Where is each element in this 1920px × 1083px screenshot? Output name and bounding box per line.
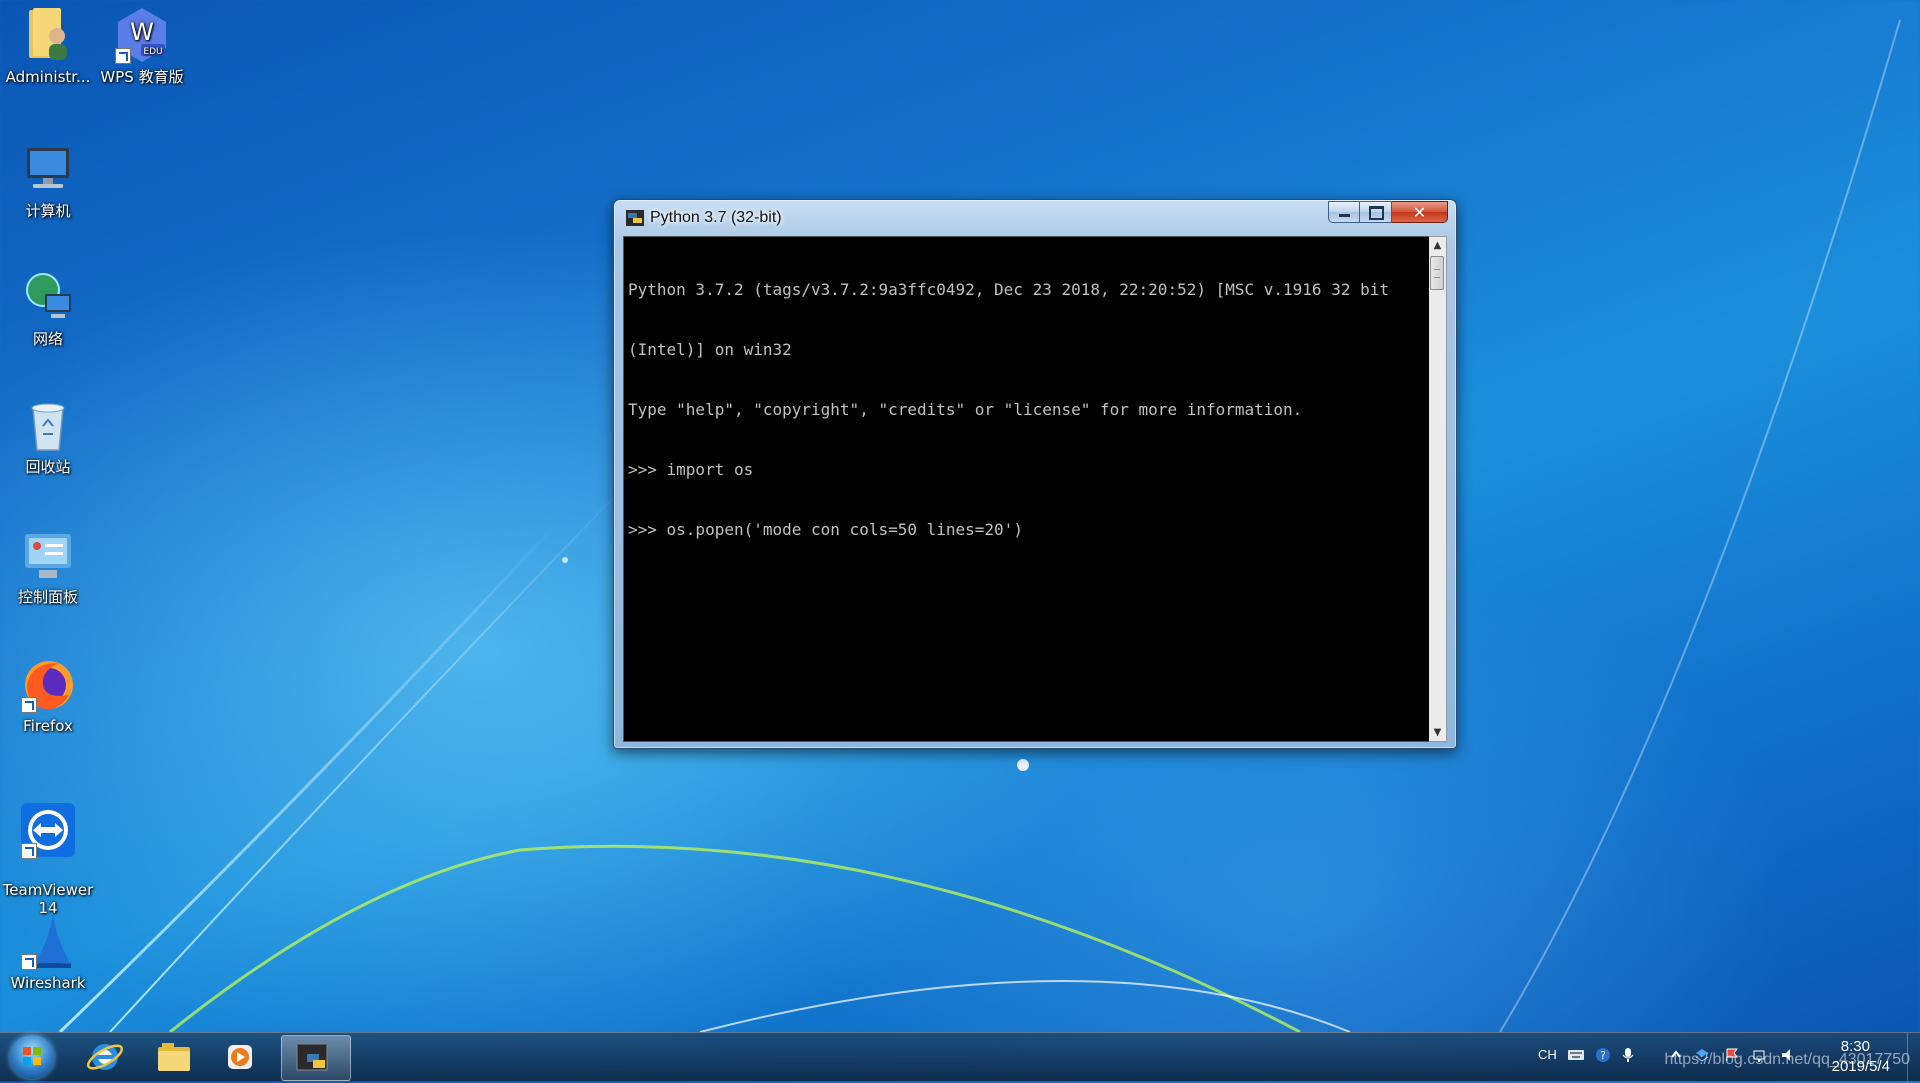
desktop-icon-label: Firefox: [23, 717, 73, 735]
shortcut-arrow-icon: [21, 954, 37, 970]
desktop-icon-network[interactable]: 网络: [0, 268, 96, 348]
shortcut-arrow-icon: [115, 48, 131, 64]
python-icon: [626, 210, 644, 226]
help-icon[interactable]: ?: [1595, 1047, 1611, 1063]
taskbar: CH ? 8:30 2019/5/4 https://blog.csdn.net…: [0, 1032, 1920, 1081]
console-line: Python 3.7.2 (tags/v3.7.2:9a3ffc0492, De…: [628, 280, 1389, 299]
internet-explorer-icon: [86, 1044, 124, 1070]
close-icon: ✕: [1412, 203, 1427, 222]
control-panel-icon: [25, 534, 71, 578]
user-folder-icon: [29, 8, 67, 60]
recycle-bin-icon: [31, 403, 65, 451]
window-titlebar[interactable]: Python 3.7 (32-bit) ✕: [614, 200, 1456, 232]
desktop-icon-wps[interactable]: W EDU WPS 教育版: [94, 6, 190, 86]
taskbar-internet-explorer[interactable]: [74, 1035, 136, 1079]
file-explorer-icon: [158, 1043, 190, 1071]
maximize-button[interactable]: [1360, 201, 1392, 223]
desktop-icon-wireshark[interactable]: Wireshark: [0, 912, 96, 992]
scroll-down-arrow-icon[interactable]: ▼: [1429, 724, 1446, 741]
minimize-button[interactable]: [1328, 201, 1360, 223]
window-title: Python 3.7 (32-bit): [650, 209, 782, 226]
python-console-window[interactable]: Python 3.7 (32-bit) ✕ Python 3.7.2 (tags…: [613, 199, 1457, 749]
console-output[interactable]: Python 3.7.2 (tags/v3.7.2:9a3ffc0492, De…: [623, 236, 1431, 742]
watermark: https://blog.csdn.net/qq_43017750: [1664, 1051, 1910, 1068]
desktop-icon-label: Wireshark: [10, 974, 86, 992]
console-line: Type "help", "copyright", "credits" or "…: [628, 400, 1303, 419]
taskbar-file-explorer[interactable]: [143, 1035, 205, 1079]
console-line: (Intel)] on win32: [628, 340, 792, 359]
media-player-icon: [228, 1045, 252, 1069]
desktop-icon-computer[interactable]: 计算机: [0, 140, 96, 220]
desktop-icon-label: Administr...: [5, 68, 91, 86]
shortcut-arrow-icon: [21, 697, 37, 713]
desktop-icon-administrator[interactable]: Administr...: [0, 6, 96, 86]
caption-buttons: ✕: [1328, 201, 1448, 223]
close-button[interactable]: ✕: [1392, 201, 1448, 223]
computer-icon: [27, 148, 69, 188]
desktop-icon-recycle-bin[interactable]: 回收站: [0, 396, 96, 476]
windows-logo-icon: [23, 1047, 41, 1065]
network-icon: [26, 273, 71, 318]
console-text: Python 3.7.2 (tags/v3.7.2:9a3ffc0492, De…: [628, 240, 1426, 580]
taskbar-python-console[interactable]: [281, 1035, 351, 1081]
start-button[interactable]: [10, 1035, 54, 1079]
svg-text:EDU: EDU: [143, 47, 162, 57]
scrollbar-thumb[interactable]: [1430, 256, 1444, 290]
svg-text:W: W: [130, 18, 154, 46]
desktop-icon-label: 网络: [32, 330, 63, 348]
desktop-icon-label: 计算机: [25, 202, 71, 220]
console-line: >>> import os: [628, 460, 754, 479]
svg-text:?: ?: [1600, 1049, 1606, 1062]
desktop-icon-label: 回收站: [25, 458, 71, 476]
desktop-icon-label: 控制面板: [17, 588, 78, 606]
vertical-scrollbar[interactable]: ▲ ▼: [1429, 236, 1447, 742]
keyboard-icon[interactable]: [1568, 1047, 1584, 1063]
show-desktop-button[interactable]: [1907, 1033, 1920, 1081]
console-line: >>> os.popen('mode con cols=50 lines=20'…: [628, 520, 1023, 539]
shortcut-arrow-icon: [21, 843, 37, 859]
scroll-up-arrow-icon[interactable]: ▲: [1429, 237, 1446, 254]
language-indicator[interactable]: CH: [1538, 1047, 1557, 1062]
desktop-icon-control-panel[interactable]: 控制面板: [0, 526, 96, 606]
desktop-icon-firefox[interactable]: Firefox: [0, 655, 96, 735]
desktop-icon-label: WPS 教育版: [100, 68, 184, 86]
taskbar-media-player[interactable]: [209, 1035, 271, 1079]
microphone-icon[interactable]: [1620, 1047, 1636, 1063]
python-console-icon: [296, 1043, 328, 1071]
